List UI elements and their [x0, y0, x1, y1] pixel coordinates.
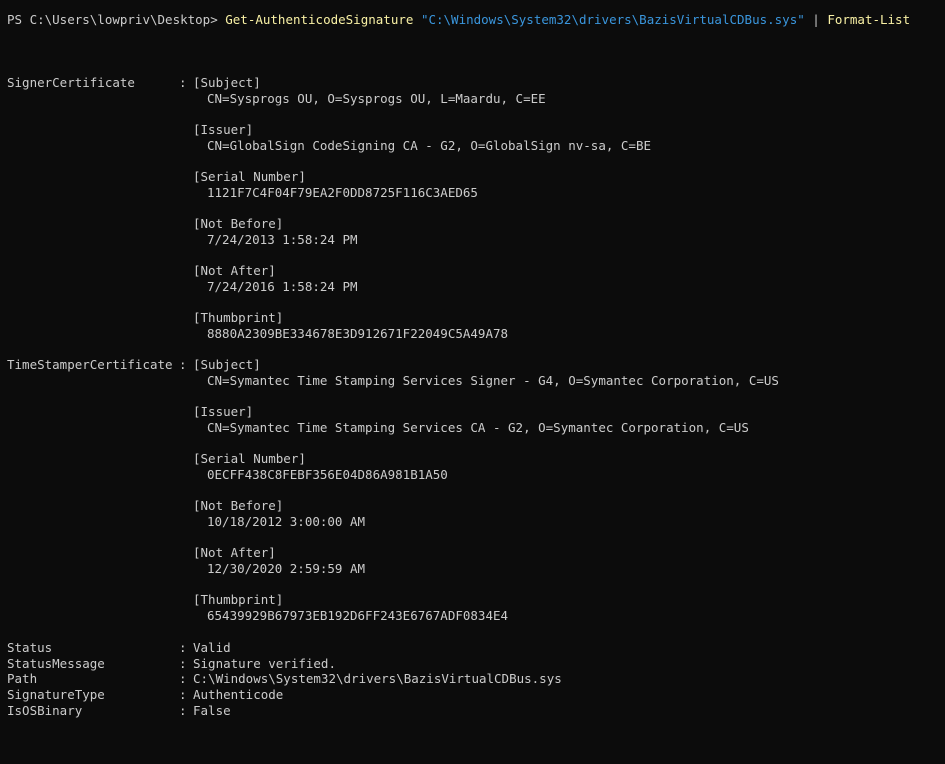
signer-notbefore-header: [Not Before]: [193, 216, 284, 231]
ts-serial-header-row: [Serial Number]: [7, 451, 306, 467]
separator: :: [179, 703, 187, 718]
statusmessage-label: StatusMessage: [7, 656, 105, 671]
ts-serial-header: [Serial Number]: [193, 451, 306, 466]
ts-subject-header-row: TimeStamperCertificate: [Subject]: [7, 357, 261, 373]
signer-thumbprint-value: 8880A2309BE334678E3D912671F22049C5A49A78: [207, 326, 509, 341]
ts-notafter-row: 12/30/2020 2:59:59 AM: [7, 561, 365, 577]
prop-row-status: Status: Valid: [7, 640, 231, 656]
cmdlet-name: Get-AuthenticodeSignature: [225, 12, 414, 27]
command-argument: "C:\Windows\System32\drivers\BazisVirtua…: [420, 12, 805, 27]
separator: :: [179, 640, 187, 655]
prop-row-isosbinary: IsOSBinary: False: [7, 703, 231, 719]
signer-thumbprint-header-row: [Thumbprint]: [7, 310, 283, 326]
signer-serial-row: 1121F7C4F04F79EA2F0DD8725F116C3AED65: [7, 185, 478, 201]
isosbinary-label: IsOSBinary: [7, 703, 83, 718]
ts-subject-header: [Subject]: [193, 357, 261, 372]
separator: :: [179, 671, 187, 686]
statusmessage-value: Signature verified.: [193, 656, 336, 671]
powershell-terminal[interactable]: PS C:\Users\lowpriv\Desktop> Get-Authent…: [0, 0, 945, 740]
path-value: C:\Windows\System32\drivers\BazisVirtual…: [193, 671, 562, 686]
ts-issuer-header-row: [Issuer]: [7, 404, 253, 420]
separator: :: [179, 656, 187, 671]
ts-thumbprint-header-row: [Thumbprint]: [7, 592, 283, 608]
ts-subject-row: CN=Symantec Time Stamping Services Signe…: [7, 373, 779, 389]
ts-subject-value: CN=Symantec Time Stamping Services Signe…: [207, 373, 779, 388]
isosbinary-value: False: [193, 703, 231, 718]
separator: :: [179, 75, 187, 90]
signer-notafter-header-row: [Not After]: [7, 263, 276, 279]
path-label: Path: [7, 671, 38, 686]
separator: :: [179, 357, 187, 372]
status-value: Valid: [193, 640, 231, 655]
ts-serial-row: 0ECFF438C8FEBF356E04D86A981B1A50: [7, 467, 448, 483]
ts-notafter-header-row: [Not After]: [7, 545, 276, 561]
command-line: PS C:\Users\lowpriv\Desktop> Get-Authent…: [7, 12, 910, 28]
signer-issuer-header: [Issuer]: [193, 122, 254, 137]
signer-notbefore-header-row: [Not Before]: [7, 216, 283, 232]
signer-notafter-header: [Not After]: [193, 263, 276, 278]
signer-notafter-row: 7/24/2016 1:58:24 PM: [7, 279, 358, 295]
signer-notbefore-row: 7/24/2013 1:58:24 PM: [7, 232, 358, 248]
pipe-symbol: |: [804, 12, 828, 27]
signer-serial-value: 1121F7C4F04F79EA2F0DD8725F116C3AED65: [207, 185, 478, 200]
signer-subject-value: CN=Sysprogs OU, O=Sysprogs OU, L=Maardu,…: [207, 91, 546, 106]
ts-thumbprint-row: 65439929B67973EB192D6FF243E6767ADF0834E4: [7, 608, 508, 624]
signer-issuer-value: CN=GlobalSign CodeSigning CA - G2, O=Glo…: [207, 138, 652, 153]
status-label: Status: [7, 640, 53, 655]
ts-serial-value: 0ECFF438C8FEBF356E04D86A981B1A50: [207, 467, 448, 482]
signer-certificate-label: SignerCertificate: [7, 75, 135, 90]
signer-issuer-row: CN=GlobalSign CodeSigning CA - G2, O=Glo…: [7, 138, 651, 154]
ts-notbefore-value: 10/18/2012 3:00:00 AM: [207, 514, 366, 529]
signer-issuer-header-row: [Issuer]: [7, 122, 253, 138]
prop-row-path: Path: C:\Windows\System32\drivers\BazisVi…: [7, 671, 562, 687]
signer-subject-header: [Subject]: [193, 75, 261, 90]
signaturetype-label: SignatureType: [7, 687, 105, 702]
signer-serial-header: [Serial Number]: [193, 169, 306, 184]
ts-notafter-value: 12/30/2020 2:59:59 AM: [207, 561, 366, 576]
signer-thumbprint-header: [Thumbprint]: [193, 310, 284, 325]
ts-issuer-value: CN=Symantec Time Stamping Services CA - …: [207, 420, 749, 435]
prompt-prefix: PS C:\Users\lowpriv\Desktop>: [7, 12, 226, 27]
signer-subject-header-row: SignerCertificate: [Subject]: [7, 75, 261, 91]
signer-notbefore-value: 7/24/2013 1:58:24 PM: [207, 232, 358, 247]
ts-notbefore-header: [Not Before]: [193, 498, 284, 513]
ts-issuer-row: CN=Symantec Time Stamping Services CA - …: [7, 420, 749, 436]
ts-thumbprint-value: 65439929B67973EB192D6FF243E6767ADF0834E4: [207, 608, 509, 623]
ts-thumbprint-header: [Thumbprint]: [193, 592, 284, 607]
ts-issuer-header: [Issuer]: [193, 404, 254, 419]
ts-notbefore-row: 10/18/2012 3:00:00 AM: [7, 514, 365, 530]
ts-notafter-header: [Not After]: [193, 545, 276, 560]
ts-notbefore-header-row: [Not Before]: [7, 498, 283, 514]
signer-subject-row: CN=Sysprogs OU, O=Sysprogs OU, L=Maardu,…: [7, 91, 546, 107]
signer-notafter-value: 7/24/2016 1:58:24 PM: [207, 279, 358, 294]
prop-row-statusmessage: StatusMessage: Signature verified.: [7, 656, 336, 672]
signer-serial-header-row: [Serial Number]: [7, 169, 306, 185]
signer-thumbprint-row: 8880A2309BE334678E3D912671F22049C5A49A78: [7, 326, 508, 342]
timestamper-certificate-label: TimeStamperCertificate: [7, 357, 173, 372]
separator: :: [179, 687, 187, 702]
pipe-command: Format-List: [827, 12, 911, 27]
signaturetype-value: Authenticode: [193, 687, 284, 702]
prop-row-signaturetype: SignatureType: Authenticode: [7, 687, 283, 703]
